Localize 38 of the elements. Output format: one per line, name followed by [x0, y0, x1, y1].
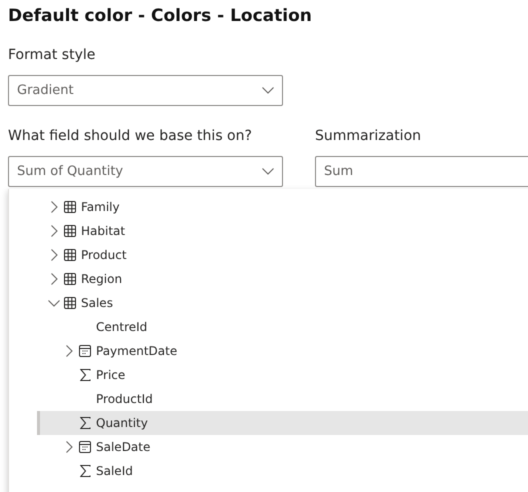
- tree-item[interactable]: Product: [37, 243, 528, 267]
- field-label: What field should we base this on?: [8, 127, 253, 145]
- tree-item[interactable]: Habitat: [37, 219, 528, 243]
- tree-item[interactable]: Region: [37, 267, 528, 291]
- sigma-icon: [80, 369, 90, 381]
- table-icon: [64, 201, 76, 213]
- chevron-right-icon[interactable]: [50, 249, 58, 261]
- tree-item[interactable]: Price: [37, 363, 528, 387]
- tree-item[interactable]: SaleId: [37, 459, 528, 483]
- tree-item[interactable]: Quantity: [37, 411, 528, 435]
- tree-item[interactable]: ProductId: [37, 387, 528, 411]
- tree-item[interactable]: Sales: [37, 291, 528, 315]
- field-label: Format style: [8, 46, 96, 64]
- table-icon: [64, 225, 76, 237]
- chevron-down-icon[interactable]: [262, 87, 274, 94]
- format-style-dropdown[interactable]: Gradient: [8, 75, 283, 106]
- summarization-dropdown[interactable]: Sum: [315, 156, 528, 187]
- base-field-dropdown[interactable]: Sum of Quantity: [8, 156, 283, 187]
- tree-item[interactable]: CentreId: [37, 315, 528, 339]
- tree-item[interactable]: Family: [37, 195, 528, 219]
- chevron-right-icon[interactable]: [66, 441, 72, 453]
- table-icon: [64, 249, 76, 261]
- sigma-icon: [80, 465, 90, 477]
- sigma-icon: [80, 417, 90, 429]
- chevron-right-icon[interactable]: [50, 201, 58, 213]
- calendar-icon: [79, 441, 91, 453]
- field-label: Summarization: [315, 127, 422, 145]
- table-icon: [64, 297, 76, 309]
- tree-item[interactable]: PaymentDate: [37, 339, 528, 363]
- panel-title: Default color - Colors - Location: [8, 5, 313, 28]
- chevron-right-icon[interactable]: [50, 273, 58, 285]
- tree-item[interactable]: SaleDate: [37, 435, 528, 459]
- calendar-icon: [79, 345, 91, 357]
- chevron-right-icon[interactable]: [50, 225, 58, 237]
- chevron-down-icon[interactable]: [48, 300, 60, 306]
- table-icon: [64, 273, 76, 285]
- chevron-right-icon[interactable]: [66, 345, 72, 357]
- chevron-down-icon[interactable]: [262, 168, 274, 175]
